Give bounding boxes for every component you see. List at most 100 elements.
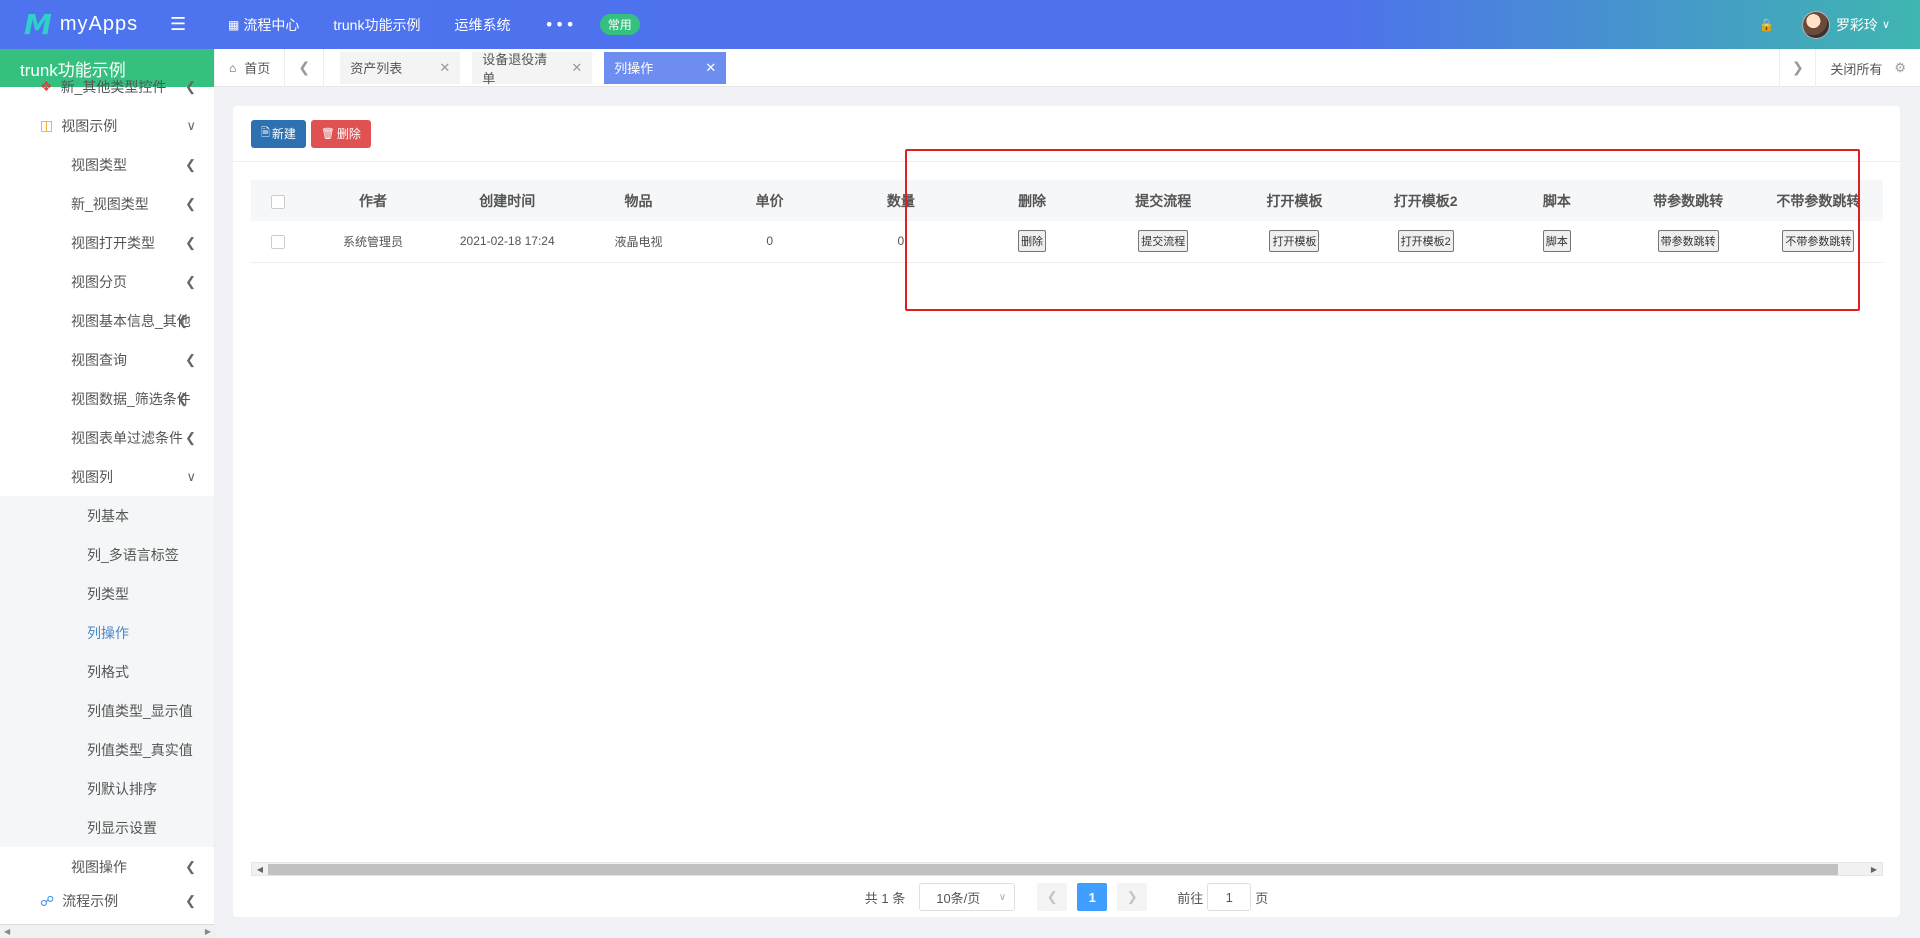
tab-scroll-right-icon[interactable]: ❯	[1779, 49, 1815, 87]
nav-item-ops-system[interactable]: 运维系统	[454, 15, 510, 35]
column-header[interactable]: 单价	[704, 180, 835, 221]
prev-page-button[interactable]: ❮	[1037, 883, 1068, 911]
close-icon[interactable]: ✕	[571, 60, 582, 76]
row-jump-without-params-button[interactable]: 不带参数跳转	[1782, 230, 1855, 253]
scroll-left-icon[interactable]: ◀	[252, 865, 268, 874]
table-row[interactable]: 系统管理员 2021-02-18 17:24 液晶电视 0 0 删除 提交流程 …	[251, 221, 1883, 262]
tab-label: 资产列表	[350, 61, 403, 76]
row-delete-button[interactable]: 删除	[1018, 230, 1047, 253]
sidebar-item-new-view-type[interactable]: 新_视图类型 ❮	[0, 184, 214, 223]
top-nav: ▦ 流程中心 trunk功能示例 运维系统 ••• 常用	[228, 0, 640, 49]
app-logo[interactable]: M myApps	[0, 8, 170, 41]
column-header[interactable]: 物品	[573, 180, 704, 221]
common-badge[interactable]: 常用	[599, 14, 640, 35]
more-icon[interactable]: •••	[544, 15, 575, 34]
new-button[interactable]: 🗎 新建	[251, 119, 306, 148]
column-header[interactable]: 脚本	[1491, 180, 1622, 221]
sidebar-item-new-other-controls[interactable]: ❖ 新_其他类型控件 ❮	[0, 67, 214, 106]
table-horizontal-scrollbar[interactable]: ◀ ▶	[251, 862, 1883, 876]
page-number-current[interactable]: 1	[1077, 883, 1108, 911]
sidebar-item-label: 视图基本信息_其他	[71, 312, 191, 329]
chevron-left-icon: ❮	[185, 893, 196, 908]
column-header[interactable]: 打开模板	[1229, 180, 1360, 221]
sidebar-item-view-open-type[interactable]: 视图打开类型 ❮	[0, 223, 214, 262]
sidebar-item-column-default-sort[interactable]: 列默认排序	[0, 769, 214, 808]
avatar[interactable]	[1801, 10, 1830, 39]
row-jump-with-params-button[interactable]: 带参数跳转	[1657, 230, 1719, 253]
column-header[interactable]: 打开模板2	[1360, 180, 1491, 221]
sidebar-item-view-query[interactable]: 视图查询 ❮	[0, 340, 214, 379]
close-icon[interactable]: ✕	[439, 60, 450, 76]
tab-label: 设备退役清单	[482, 51, 548, 86]
sidebar-item-view-columns[interactable]: 视图列 ∨	[0, 457, 214, 496]
gear-icon[interactable]: ⚙	[1894, 60, 1906, 76]
goto-page-input[interactable]	[1207, 883, 1252, 911]
scroll-left-icon[interactable]: ◀	[4, 927, 10, 936]
scroll-right-icon[interactable]: ▶	[1866, 865, 1882, 874]
sidebar-item-label: 新_其他类型控件	[60, 78, 167, 95]
column-header[interactable]: 作者	[304, 180, 441, 221]
sidebar-item-column-basic[interactable]: 列基本	[0, 496, 214, 535]
menu-toggle-icon[interactable]: ☰	[170, 14, 194, 35]
sidebar-item-view-paging[interactable]: 视图分页 ❮	[0, 262, 214, 301]
sidebar-item-label: 列基本	[87, 507, 129, 524]
sidebar-item-column-display-settings[interactable]: 列显示设置	[0, 808, 214, 847]
header-select-all[interactable]	[251, 180, 304, 221]
scrollbar-thumb[interactable]	[268, 863, 1838, 875]
tab-bar: ⌂ 首页 ❮ 资产列表 ✕ 设备退役清单 ✕ 列操作 ✕ ❯ 关闭所有 ⚙	[215, 48, 1920, 87]
chevron-left-icon: ❮	[185, 858, 196, 874]
nav-item-trunk-demo[interactable]: trunk功能示例	[333, 15, 420, 35]
row-checkbox[interactable]	[270, 234, 285, 249]
close-icon[interactable]: ✕	[705, 60, 716, 76]
delete-button[interactable]: 🗑 删除	[310, 119, 371, 148]
chevron-down-icon[interactable]: ∨	[1882, 18, 1890, 31]
row-open-template-button[interactable]: 打开模板	[1269, 230, 1320, 253]
logo-mark: M	[24, 8, 52, 41]
sidebar-item-view-examples[interactable]: ◫ 视图示例 ∨	[0, 106, 214, 145]
sidebar-item-column-operations[interactable]: 列操作	[0, 613, 214, 652]
new-button-label: 新建	[271, 127, 296, 141]
tab-home[interactable]: ⌂ 首页	[215, 49, 284, 87]
row-script-button[interactable]: 脚本	[1542, 230, 1571, 253]
sidebar-item-column-real-value[interactable]: 列值类型_真实值	[0, 730, 214, 769]
tab-column-operations[interactable]: 列操作 ✕	[604, 51, 727, 84]
column-header[interactable]: 删除	[966, 180, 1097, 221]
sidebar-item-label: 列显示设置	[87, 819, 157, 836]
lock-icon[interactable]: 🔒	[1759, 18, 1774, 32]
column-header[interactable]: 数量	[835, 180, 966, 221]
nav-item-label: 流程中心	[243, 16, 300, 33]
tab-asset-list[interactable]: 资产列表 ✕	[340, 51, 461, 84]
column-header[interactable]: 创建时间	[442, 180, 573, 221]
sidebar-item-view-basic-info[interactable]: 视图基本信息_其他 ❮	[0, 301, 214, 340]
column-header[interactable]: 不带参数跳转	[1754, 180, 1883, 221]
sidebar-item-label: 列格式	[87, 663, 129, 680]
sidebar-item-view-form-filter[interactable]: 视图表单过滤条件 ❮	[0, 418, 214, 457]
row-open-template2-button[interactable]: 打开模板2	[1397, 230, 1454, 253]
sidebar-item-view-data-filter[interactable]: 视图数据_筛选条件 ❮	[0, 379, 214, 418]
sidebar-horizontal-scrollbar[interactable]: ◀ ▶	[0, 924, 214, 938]
user-name[interactable]: 罗彩玲	[1836, 15, 1878, 35]
sidebar-item-column-format[interactable]: 列格式	[0, 652, 214, 691]
nav-item-process-center[interactable]: ▦ 流程中心	[228, 15, 299, 35]
sidebar-item-view-type[interactable]: 视图类型 ❮	[0, 145, 214, 184]
page-size-select[interactable]: 10条/页 ∨	[919, 883, 1016, 911]
sidebar-item-process-examples[interactable]: ☍ 流程示例 ❮	[0, 886, 214, 916]
row-select[interactable]	[251, 221, 304, 262]
tab-scroll-left-icon[interactable]: ❮	[284, 48, 325, 87]
main-panel: 🗎 新建 🗑 删除 作者 创建时间 物品 单价 数量 删除 提交流程 打开模板 …	[233, 106, 1900, 917]
scroll-right-icon[interactable]: ▶	[205, 927, 211, 936]
column-header[interactable]: 提交流程	[1098, 180, 1229, 221]
row-submit-flow-button[interactable]: 提交流程	[1138, 230, 1189, 253]
column-header[interactable]: 带参数跳转	[1622, 180, 1753, 221]
sidebar-item-view-operations[interactable]: 视图操作 ❮	[0, 847, 214, 886]
sidebar-item-column-display-value[interactable]: 列值类型_显示值	[0, 691, 214, 730]
nav-item-label: trunk功能示例	[333, 16, 421, 33]
cell-delete: 删除	[966, 221, 1097, 262]
sidebar-item-column-i18n-label[interactable]: 列_多语言标签	[0, 535, 214, 574]
sidebar-item-column-type[interactable]: 列类型	[0, 574, 214, 613]
next-page-button[interactable]: ❯	[1117, 883, 1148, 911]
tab-device-retirement-list[interactable]: 设备退役清单 ✕	[472, 51, 593, 86]
columns-icon: ◫	[40, 117, 54, 133]
close-all-tabs-button[interactable]: 关闭所有 ⚙	[1815, 49, 1920, 87]
select-all-checkbox[interactable]	[270, 194, 285, 209]
